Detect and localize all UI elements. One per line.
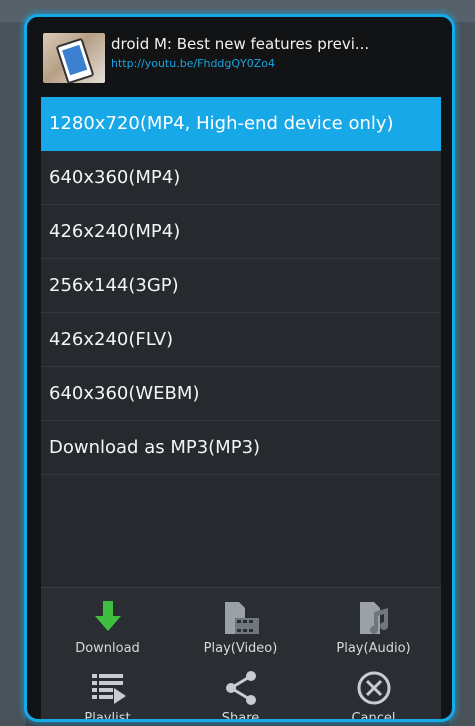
background-app-left: [0, 22, 26, 726]
format-item-mp3[interactable]: Download as MP3(MP3): [41, 421, 441, 475]
play-audio-label: Play(Audio): [336, 641, 411, 656]
share-button[interactable]: Share: [174, 668, 307, 722]
video-url[interactable]: http://youtu.be/FhddgQY0Zo4: [111, 57, 275, 70]
format-list: 1280x720(MP4, High-end device only) 640x…: [41, 97, 441, 587]
format-item-1280x720-mp4[interactable]: 1280x720(MP4, High-end device only): [41, 97, 441, 151]
download-label: Download: [75, 641, 140, 656]
share-icon: [221, 668, 261, 708]
action-bar: Download Play(Video) Play(Audio) Playlis…: [41, 587, 441, 722]
playlist-icon: [88, 668, 128, 708]
play-video-label: Play(Video): [203, 641, 278, 656]
playlist-button[interactable]: Playlist: [41, 668, 174, 722]
share-label: Share: [221, 711, 260, 722]
play-audio-button[interactable]: Play(Audio): [307, 598, 440, 656]
music-icon: [354, 598, 394, 638]
format-item-640x360-webm[interactable]: 640x360(WEBM): [41, 367, 441, 421]
cancel-icon: [354, 668, 394, 708]
download-icon: [88, 598, 128, 638]
video-title: droid M: Best new features previ...: [111, 35, 370, 53]
download-dialog: droid M: Best new features previ... http…: [24, 14, 455, 722]
play-video-button[interactable]: Play(Video): [174, 598, 307, 656]
cancel-button[interactable]: Cancel: [307, 668, 440, 722]
format-item-426x240-flv[interactable]: 426x240(FLV): [41, 313, 441, 367]
cancel-label: Cancel: [351, 711, 396, 722]
playlist-label: Playlist: [84, 711, 131, 722]
download-button[interactable]: Download: [41, 598, 174, 656]
video-thumbnail: [43, 33, 105, 83]
format-item-256x144-3gp[interactable]: 256x144(3GP): [41, 259, 441, 313]
format-item-426x240-mp4[interactable]: 426x240(MP4): [41, 205, 441, 259]
dialog-header: droid M: Best new features previ... http…: [27, 17, 452, 97]
video-icon: [221, 598, 261, 638]
format-item-640x360-mp4[interactable]: 640x360(MP4): [41, 151, 441, 205]
